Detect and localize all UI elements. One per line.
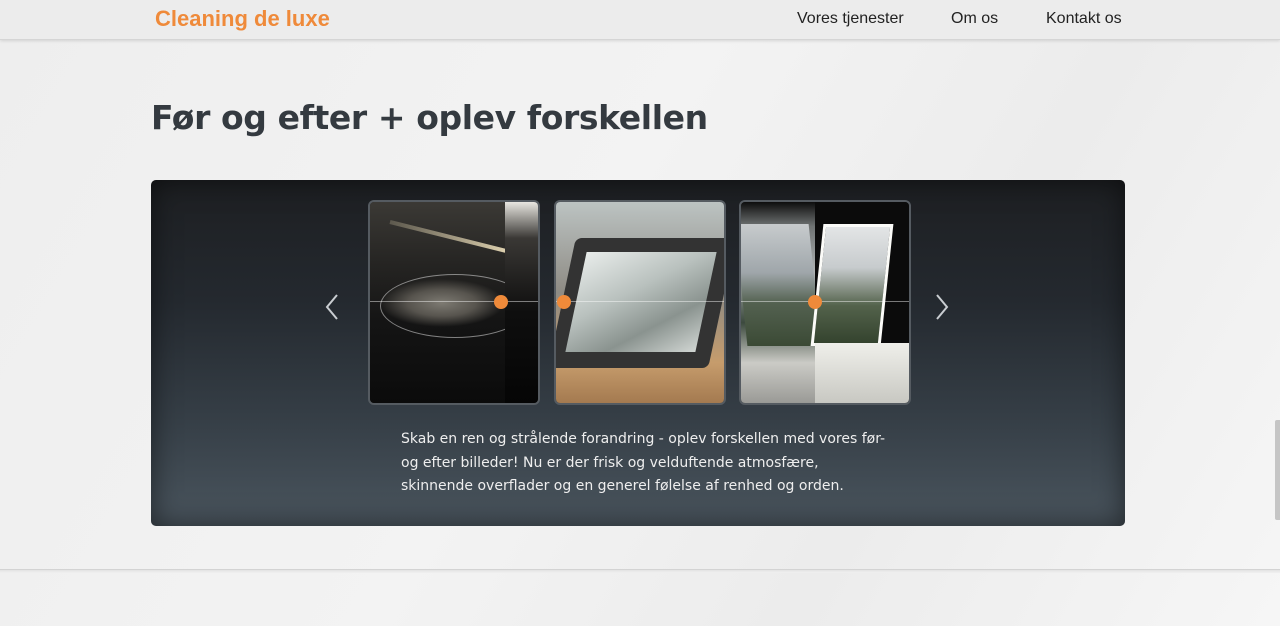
before-image (741, 202, 822, 403)
nav-link-about[interactable]: Om os (951, 10, 998, 28)
comparison-divider (556, 301, 724, 302)
chevron-left-icon (325, 294, 338, 320)
after-image (505, 202, 538, 403)
before-after-card-oven[interactable] (554, 200, 726, 405)
comparison-slider-handle[interactable] (494, 295, 508, 309)
after-image (556, 202, 724, 403)
showcase-description: Skab en ren og strålende forandring - op… (401, 431, 886, 494)
before-after-card-skylight[interactable] (739, 200, 911, 405)
before-after-panel: Skab en ren og strålende forandring - op… (151, 180, 1125, 526)
before-after-card-stove[interactable] (368, 200, 540, 405)
scrollbar-thumb[interactable] (1275, 420, 1280, 520)
carousel-next-button[interactable] (927, 292, 957, 322)
comparison-slider-handle[interactable] (808, 295, 822, 309)
nav-link-services[interactable]: Vores tjenester (797, 10, 904, 28)
comparison-slider-handle[interactable] (557, 295, 571, 309)
carousel-prev-button[interactable] (317, 292, 347, 322)
nav-link-contact[interactable]: Kontakt os (1046, 10, 1122, 28)
comparison-divider (370, 301, 538, 302)
before-image (370, 202, 530, 403)
after-image (810, 202, 909, 403)
chevron-right-icon (936, 294, 949, 320)
comparison-divider (741, 301, 909, 302)
brand-logo[interactable]: Cleaning de luxe (155, 6, 330, 32)
footer-divider (0, 569, 1280, 573)
page-title: Før og efter + oplev forskellen (151, 98, 708, 137)
navbar: Cleaning de luxe Vores tjenester Om os K… (0, 0, 1280, 40)
